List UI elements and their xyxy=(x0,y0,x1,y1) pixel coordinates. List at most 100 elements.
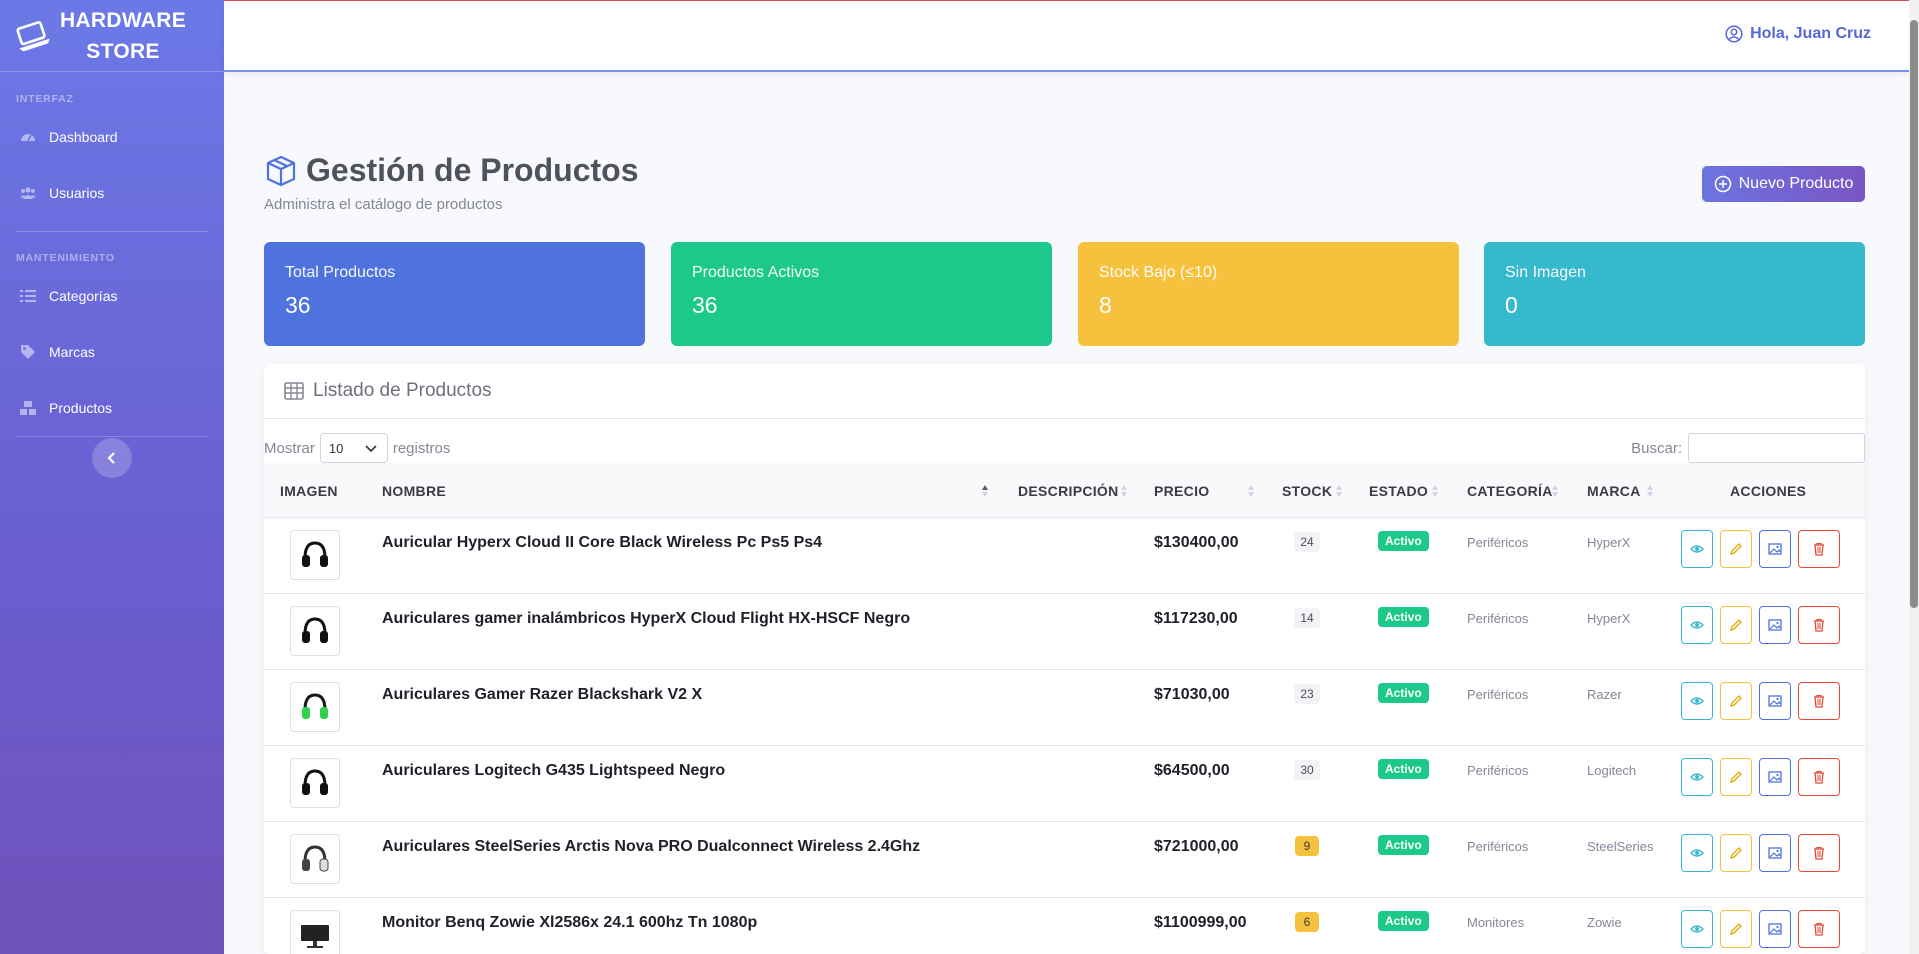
status-badge: Activo xyxy=(1378,911,1429,931)
sidebar-item-categorias[interactable]: Categorías xyxy=(0,268,224,324)
sort-icon[interactable] xyxy=(1247,483,1255,499)
product-price: $64500,00 xyxy=(1154,762,1230,779)
delete-button[interactable] xyxy=(1798,682,1840,720)
new-product-button[interactable]: Nuevo Producto xyxy=(1702,166,1865,202)
product-brand: HyperX xyxy=(1587,535,1631,550)
product-price: $130400,00 xyxy=(1154,534,1239,551)
stat-card-no-image: Sin Imagen 0 xyxy=(1484,242,1865,346)
delete-button[interactable] xyxy=(1798,834,1840,872)
search-input[interactable] xyxy=(1688,433,1865,463)
sort-icon[interactable] xyxy=(1431,483,1439,499)
pencil-icon xyxy=(1729,770,1743,784)
delete-button[interactable] xyxy=(1798,530,1840,568)
page-title: Gestión de Productos xyxy=(264,152,638,189)
column-header-categoria[interactable]: CATEGORÍA xyxy=(1467,463,1553,518)
user-menu[interactable]: Hola, Juan Cruz xyxy=(1725,25,1871,43)
page-size-control: Mostrar 10 registros xyxy=(264,433,450,463)
product-name: Auriculares gamer inalámbricos HyperX Cl… xyxy=(382,610,911,627)
product-image xyxy=(290,758,340,808)
sidebar-item-label: Dashboard xyxy=(49,129,118,145)
column-header-stock[interactable]: STOCK xyxy=(1282,463,1332,518)
edit-button[interactable] xyxy=(1720,834,1752,872)
stat-label: Sin Imagen xyxy=(1505,264,1586,281)
trash-icon xyxy=(1812,846,1826,860)
delete-button[interactable] xyxy=(1798,758,1840,796)
sidebar-item-usuarios[interactable]: Usuarios xyxy=(0,165,224,221)
page-scrollbar[interactable] xyxy=(1909,0,1919,954)
image-icon xyxy=(1768,846,1782,860)
sidebar-item-dashboard[interactable]: Dashboard xyxy=(0,109,224,165)
table-header: IMAGEN NOMBRE DESCRIPCIÓN PRECIO STOCK E… xyxy=(264,463,1865,518)
eye-icon xyxy=(1690,922,1704,936)
image-button[interactable] xyxy=(1759,758,1791,796)
column-header-precio[interactable]: PRECIO xyxy=(1154,463,1209,518)
image-button[interactable] xyxy=(1759,834,1791,872)
trash-icon xyxy=(1812,922,1826,936)
status-badge: Activo xyxy=(1378,607,1429,627)
column-header-acciones: ACCIONES xyxy=(1730,482,1807,499)
image-button[interactable] xyxy=(1759,910,1791,948)
view-button[interactable] xyxy=(1681,530,1713,568)
scrollbar-thumb[interactable] xyxy=(1910,20,1918,608)
view-button[interactable] xyxy=(1681,910,1713,948)
trash-icon xyxy=(1812,542,1826,556)
view-button[interactable] xyxy=(1681,682,1713,720)
product-name: Auriculares SteelSeries Arctis Nova PRO … xyxy=(382,838,921,855)
delete-button[interactable] xyxy=(1798,606,1840,644)
image-button[interactable] xyxy=(1759,606,1791,644)
image-button[interactable] xyxy=(1759,682,1791,720)
sort-asc-icon[interactable] xyxy=(981,483,989,499)
sidebar-toggle-button[interactable] xyxy=(92,438,132,478)
view-button[interactable] xyxy=(1681,834,1713,872)
trash-icon xyxy=(1812,770,1826,784)
panel-header: Listado de Productos xyxy=(264,364,1865,419)
sidebar-item-marcas[interactable]: Marcas xyxy=(0,324,224,380)
product-brand: Logitech xyxy=(1587,763,1637,778)
table-row: Auriculares Logitech G435 Lightspeed Neg… xyxy=(264,746,1865,822)
view-button[interactable] xyxy=(1681,606,1713,644)
column-header-estado[interactable]: ESTADO xyxy=(1369,463,1428,518)
sidebar-divider xyxy=(16,436,208,437)
edit-button[interactable] xyxy=(1720,758,1752,796)
pencil-icon xyxy=(1729,542,1743,556)
users-icon xyxy=(20,187,36,199)
column-header-descripcion[interactable]: DESCRIPCIÓN xyxy=(1018,463,1119,518)
edit-button[interactable] xyxy=(1720,530,1752,568)
stat-card-low-stock: Stock Bajo (≤10) 8 xyxy=(1078,242,1459,346)
search-control: Buscar: xyxy=(1631,433,1865,463)
sort-icon[interactable] xyxy=(1646,483,1654,499)
image-icon xyxy=(1768,542,1782,556)
product-image xyxy=(290,910,340,954)
sort-icon[interactable] xyxy=(1335,483,1343,499)
brand[interactable]: HARDWARE STORE xyxy=(0,0,224,72)
product-name: Auriculares Gamer Razer Blackshark V2 X xyxy=(382,686,703,703)
edit-button[interactable] xyxy=(1720,910,1752,948)
chevron-left-icon xyxy=(107,452,115,464)
page-size-select[interactable]: 10 xyxy=(319,433,388,463)
show-label: Mostrar xyxy=(264,439,315,457)
product-image xyxy=(290,530,340,580)
image-button[interactable] xyxy=(1759,530,1791,568)
sidebar-item-label: Usuarios xyxy=(49,185,105,201)
column-header-nombre[interactable]: NOMBRE xyxy=(382,463,446,518)
sort-icon[interactable] xyxy=(1551,483,1559,499)
eye-icon xyxy=(1690,542,1704,556)
column-header-marca[interactable]: MARCA xyxy=(1587,463,1641,518)
stat-value: 36 xyxy=(692,292,718,318)
image-icon xyxy=(1768,618,1782,632)
table-row: Auriculares gamer inalámbricos HyperX Cl… xyxy=(264,594,1865,670)
column-header-imagen: IMAGEN xyxy=(280,482,338,499)
product-image xyxy=(290,682,340,732)
sort-icon[interactable] xyxy=(1120,483,1128,499)
edit-button[interactable] xyxy=(1720,606,1752,644)
edit-button[interactable] xyxy=(1720,682,1752,720)
pencil-icon xyxy=(1729,694,1743,708)
delete-button[interactable] xyxy=(1798,910,1840,948)
image-icon xyxy=(1768,770,1782,784)
stat-label: Stock Bajo (≤10) xyxy=(1099,264,1218,281)
product-category: Periféricos xyxy=(1467,839,1529,854)
sidebar-item-productos[interactable]: Productos xyxy=(0,380,224,436)
image-icon xyxy=(1768,922,1782,936)
view-button[interactable] xyxy=(1681,758,1713,796)
trash-icon xyxy=(1812,694,1826,708)
